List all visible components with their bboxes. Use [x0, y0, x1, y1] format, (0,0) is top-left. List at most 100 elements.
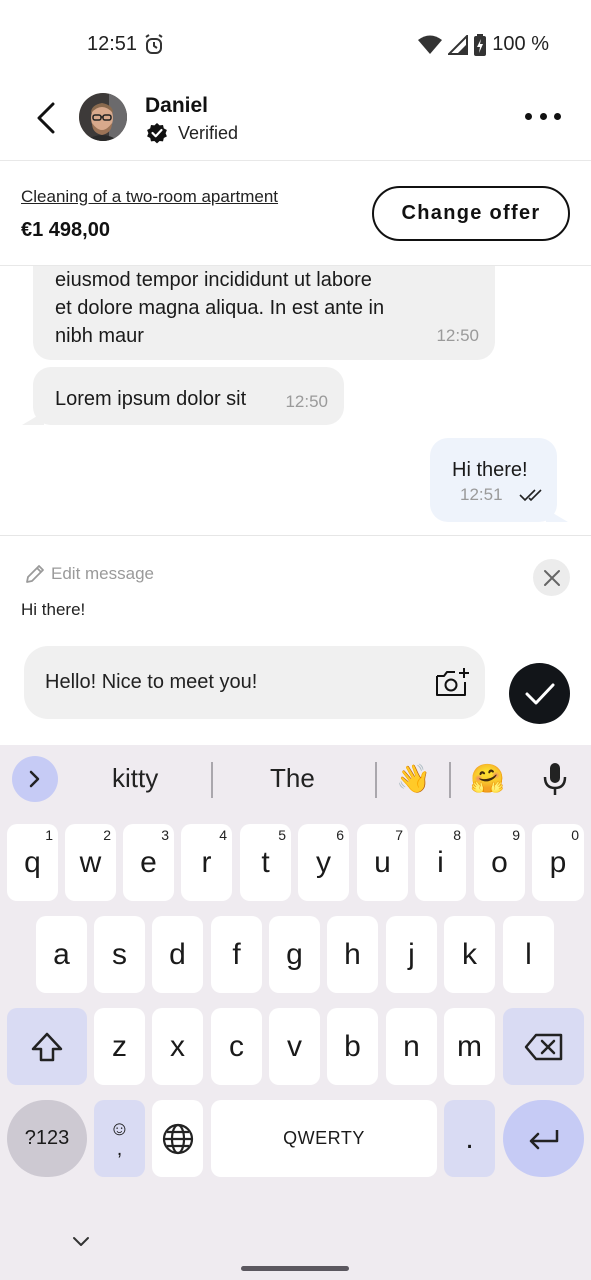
avatar[interactable]	[79, 93, 127, 141]
key-j[interactable]: j	[386, 916, 437, 993]
confirm-edit-button[interactable]	[509, 663, 570, 724]
key-label: r	[201, 845, 212, 879]
key-h[interactable]: h	[327, 916, 378, 993]
message-bubble-outgoing[interactable]: Hi there! 12:51	[430, 438, 557, 522]
edit-message-panel: Edit message Hi there!	[0, 535, 591, 745]
key-number-hint: 3	[161, 827, 169, 843]
hide-keyboard-icon[interactable]	[71, 1234, 91, 1248]
avatar-image	[79, 93, 127, 141]
key-e[interactable]: e3	[123, 824, 174, 901]
message-time: 12:51	[460, 485, 503, 504]
key-label: p	[549, 845, 567, 879]
space-key[interactable]: QWERTY	[211, 1100, 437, 1177]
backspace-icon	[524, 1033, 562, 1060]
suggestion-divider	[375, 762, 377, 798]
key-label: i	[437, 845, 444, 879]
shift-icon	[31, 1032, 63, 1061]
emoji-key[interactable]: ☺ ,	[94, 1100, 145, 1177]
offer-title-link[interactable]: Cleaning of a two-room apartment	[21, 187, 278, 207]
key-r[interactable]: r4	[181, 824, 232, 901]
toolbar-expand-button[interactable]	[12, 756, 58, 802]
more-dot-icon	[525, 112, 532, 120]
message-bubble-incoming[interactable]: eiusmod tempor incididunt ut labore et d…	[33, 266, 495, 360]
key-label: t	[261, 845, 270, 879]
key-number-hint: 9	[512, 827, 520, 843]
key-label: e	[140, 845, 157, 879]
offer-banner: Cleaning of a two-room apartment €1 498,…	[0, 160, 591, 266]
key-s[interactable]: s	[94, 916, 145, 993]
symbols-key[interactable]: ?123	[7, 1100, 87, 1177]
message-bubble-incoming[interactable]: Lorem ipsum dolor sit 12:50	[33, 367, 344, 425]
key-label: y	[316, 845, 331, 879]
verified-row: Verified	[145, 121, 238, 145]
suggestion-strip: kitty The 👋 🤗	[0, 745, 591, 815]
smiley-icon: ☺	[109, 1117, 130, 1140]
key-u[interactable]: u7	[357, 824, 408, 901]
key-b[interactable]: b	[327, 1008, 378, 1085]
status-time: 12:51	[87, 33, 138, 55]
key-x[interactable]: x	[152, 1008, 203, 1085]
attach-photo-button[interactable]	[434, 667, 470, 699]
backspace-key[interactable]	[503, 1008, 584, 1085]
comma-label: ,	[116, 1137, 123, 1160]
key-f[interactable]: f	[211, 916, 262, 993]
period-key[interactable]: .	[444, 1100, 495, 1177]
key-k[interactable]: k	[444, 916, 495, 993]
more-dot-icon	[539, 112, 547, 120]
edit-label: Edit message	[51, 564, 154, 583]
suggestion-emoji[interactable]: 🤗	[470, 762, 505, 795]
suggestion-word[interactable]: The	[270, 763, 315, 794]
change-offer-button[interactable]: Change offer	[372, 186, 570, 241]
key-y[interactable]: y6	[298, 824, 349, 901]
key-o[interactable]: o9	[474, 824, 525, 901]
battery-percent: 100 %	[492, 33, 549, 55]
key-d[interactable]: d	[152, 916, 203, 993]
offer-price: €1 498,00	[21, 219, 110, 241]
back-button[interactable]	[30, 98, 62, 138]
key-l[interactable]: l	[503, 916, 554, 993]
message-list[interactable]: eiusmod tempor incididunt ut labore et d…	[0, 266, 591, 536]
language-key[interactable]	[152, 1100, 203, 1177]
key-t[interactable]: t5	[240, 824, 291, 901]
key-q[interactable]: q1	[7, 824, 58, 901]
key-number-hint: 5	[278, 827, 286, 843]
shift-key[interactable]	[7, 1008, 87, 1085]
more-dot-icon	[554, 112, 561, 120]
message-text-line: eiusmod tempor incididunt ut labore	[55, 269, 372, 291]
key-z[interactable]: z	[94, 1008, 145, 1085]
microphone-icon[interactable]	[543, 762, 567, 796]
key-p[interactable]: p0	[532, 824, 584, 901]
more-options-button[interactable]	[525, 106, 561, 126]
verified-badge-icon	[147, 123, 167, 144]
key-w[interactable]: w2	[65, 824, 116, 901]
key-i[interactable]: i8	[415, 824, 466, 901]
key-label: o	[491, 845, 508, 879]
enter-icon	[529, 1129, 558, 1149]
message-time: 12:50	[285, 392, 328, 411]
status-right: 100 %	[418, 33, 549, 56]
key-g[interactable]: g	[269, 916, 320, 993]
edit-original-text: Hi there!	[21, 600, 86, 619]
suggestion-divider	[449, 762, 451, 798]
key-v[interactable]: v	[269, 1008, 320, 1085]
key-number-hint: 7	[395, 827, 403, 843]
home-indicator[interactable]	[241, 1266, 349, 1271]
contact-name: Daniel	[145, 94, 209, 117]
key-n[interactable]: n	[386, 1008, 437, 1085]
key-a[interactable]: a	[36, 916, 87, 993]
chevron-right-icon	[29, 770, 40, 788]
close-icon	[543, 569, 560, 586]
message-text-line: nibh maur	[55, 325, 144, 347]
key-c[interactable]: c	[211, 1008, 262, 1085]
suggestion-divider	[211, 762, 213, 798]
suggestion-emoji[interactable]: 👋	[396, 762, 431, 795]
key-m[interactable]: m	[444, 1008, 495, 1085]
checkmark-icon	[525, 683, 554, 704]
suggestion-word[interactable]: kitty	[112, 763, 158, 794]
key-number-hint: 6	[336, 827, 344, 843]
enter-key[interactable]	[503, 1100, 584, 1177]
message-input[interactable]	[24, 646, 485, 719]
key-number-hint: 2	[103, 827, 111, 843]
cancel-edit-button[interactable]	[533, 559, 570, 596]
globe-icon	[162, 1123, 193, 1154]
